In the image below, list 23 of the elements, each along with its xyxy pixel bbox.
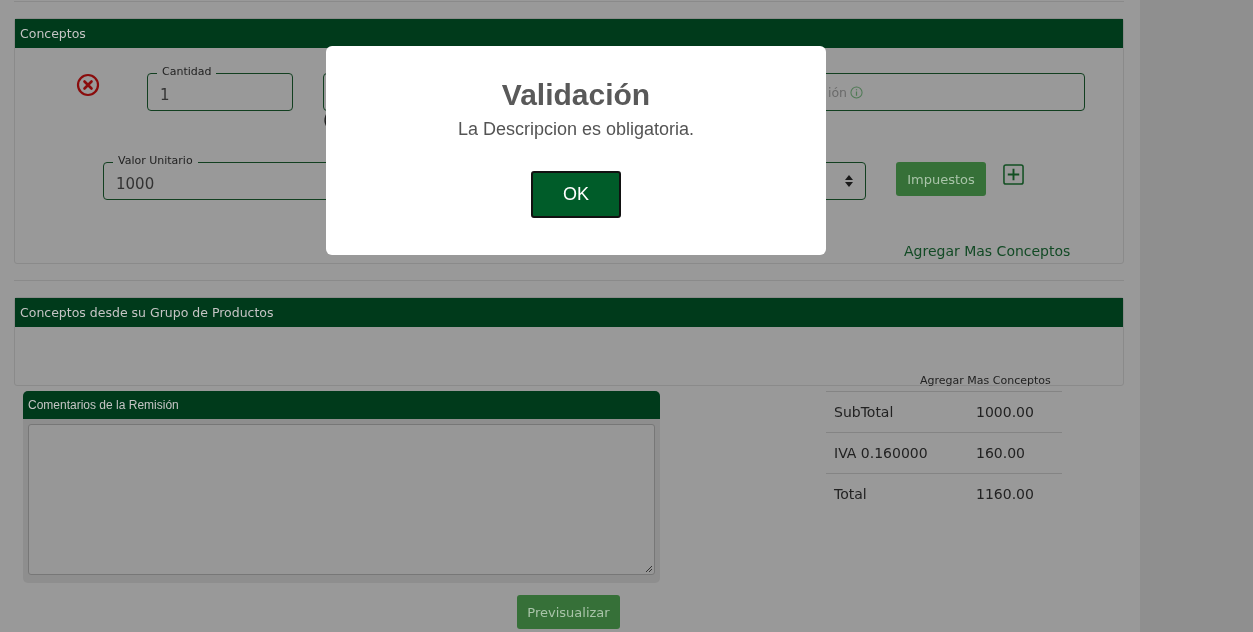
panel-title: Comentarios de la Remisión <box>28 398 179 412</box>
dialog-title: Validación <box>501 77 651 113</box>
taxes-button[interactable]: Impuestos <box>896 162 986 196</box>
field-value: 1000 <box>115 174 155 193</box>
total-label: SubTotal <box>834 404 895 420</box>
ok-button[interactable]: OK <box>531 171 621 218</box>
add-icon[interactable] <box>1003 164 1024 185</box>
remove-icon[interactable] <box>76 73 100 97</box>
info-icon <box>850 85 864 99</box>
field-value: 1 <box>159 85 170 104</box>
total-value: 1160.00 <box>976 486 1034 502</box>
resize-grip-icon <box>645 565 653 573</box>
total-label: Total <box>834 486 868 502</box>
add-concepts-link[interactable]: Agregar Mas Conceptos <box>920 374 1051 387</box>
sort-caret-icon <box>845 175 853 187</box>
total-value: 160.00 <box>976 445 1025 461</box>
panel-title: Conceptos <box>20 26 86 41</box>
add-concepts-link[interactable]: Agregar Mas Conceptos <box>904 243 1071 259</box>
total-value: 1000.00 <box>976 404 1034 420</box>
total-label: IVA 0.160000 <box>834 445 929 461</box>
dialog-message: La Descripcion es obligatoria. <box>457 119 695 140</box>
panel-title: Conceptos desde su Grupo de Productos <box>20 305 274 320</box>
preview-button[interactable]: Previsualizar <box>517 595 620 629</box>
